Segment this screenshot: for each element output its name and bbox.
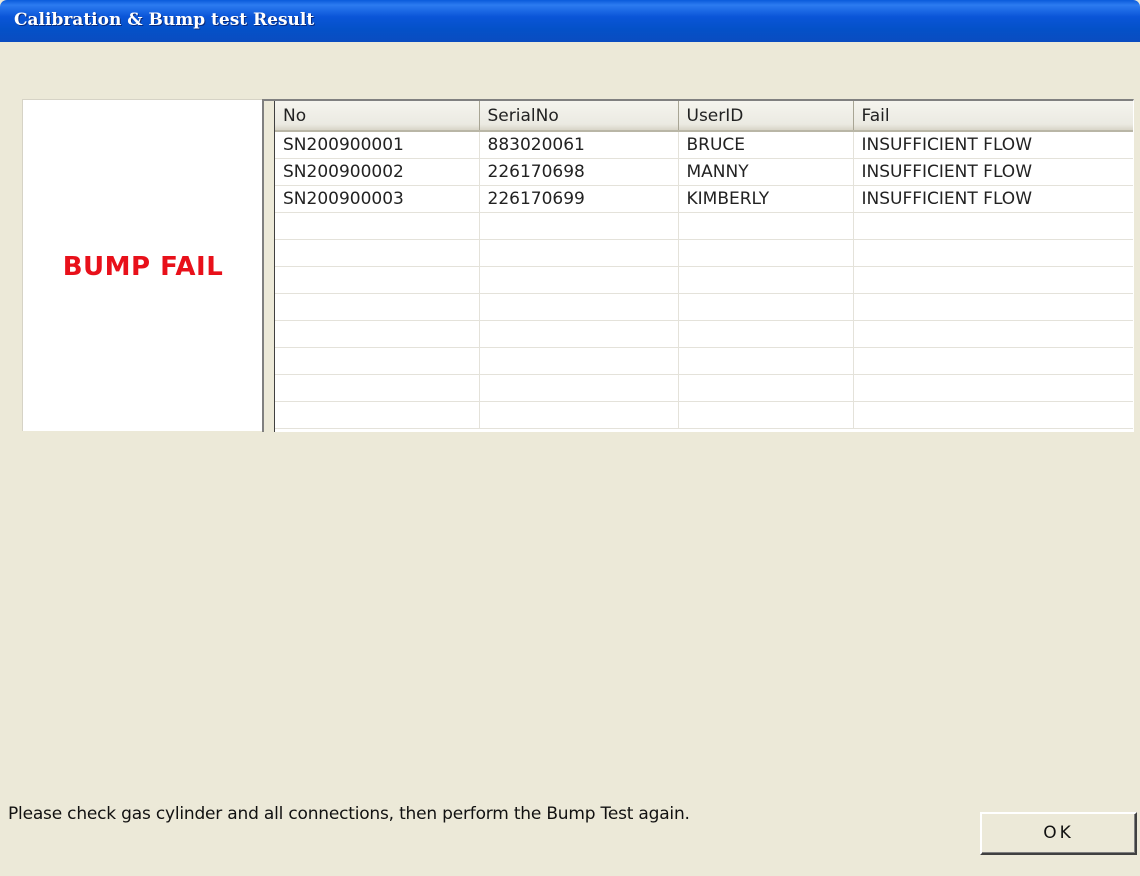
results-table-container: No SerialNo UserID Fail SN200900001 88302… [274, 101, 1133, 432]
serialno-cell: 226170699 [479, 185, 679, 213]
ok-button[interactable]: OK [980, 812, 1137, 855]
empty-cell [853, 347, 1133, 375]
empty-cell [275, 347, 480, 375]
empty-table-row [275, 293, 1133, 321]
empty-cell [479, 374, 679, 402]
column-header-serialno[interactable]: SerialNo [479, 101, 679, 132]
empty-table-row [275, 212, 1133, 240]
empty-cell [275, 401, 480, 429]
empty-cell [678, 347, 854, 375]
empty-cell [853, 293, 1133, 321]
empty-cell [853, 239, 1133, 267]
fail-cell: INSUFFICIENT FLOW [853, 185, 1133, 213]
empty-cell [678, 293, 854, 321]
empty-cell [678, 320, 854, 348]
empty-cell [853, 320, 1133, 348]
userid-cell: MANNY [678, 158, 854, 186]
empty-cell [678, 212, 854, 240]
fail-cell: INSUFFICIENT FLOW [853, 158, 1133, 186]
empty-table-row [275, 320, 1133, 348]
serialno-cell: 883020061 [479, 131, 679, 159]
empty-cell [479, 266, 679, 294]
empty-cell [275, 239, 480, 267]
empty-cell [479, 239, 679, 267]
window-title: Calibration & Bump test Result [14, 10, 315, 30]
column-header-no[interactable]: No [275, 101, 480, 132]
no-cell: SN200900003 [275, 185, 480, 213]
instruction-message: Please check gas cylinder and all connec… [8, 804, 690, 824]
empty-cell [275, 266, 480, 294]
fail-cell: INSUFFICIENT FLOW [853, 131, 1133, 159]
column-header-userid[interactable]: UserID [678, 101, 854, 132]
empty-table-row [275, 347, 1133, 375]
empty-table-row [275, 239, 1133, 267]
empty-cell [275, 212, 480, 240]
empty-cell [479, 401, 679, 429]
results-table: No SerialNo UserID Fail SN200900001 88302… [275, 101, 1133, 429]
empty-table-row [275, 374, 1133, 402]
bump-status-label: BUMP FAIL [62, 252, 224, 282]
empty-cell [275, 293, 480, 321]
userid-cell: BRUCE [678, 131, 854, 159]
empty-cell [853, 212, 1133, 240]
empty-cell [275, 320, 480, 348]
table-header-row: No SerialNo UserID Fail [275, 101, 1133, 132]
empty-cell [479, 212, 679, 240]
empty-cell [275, 374, 480, 402]
result-dialog: Calibration & Bump test Result BUMP FAIL… [0, 0, 1140, 876]
grid-left-margin [264, 101, 274, 432]
results-grid[interactable]: No SerialNo UserID Fail SN200900001 88302… [262, 99, 1134, 432]
empty-cell [678, 401, 854, 429]
empty-cell [479, 347, 679, 375]
empty-cell [853, 401, 1133, 429]
empty-cell [678, 239, 854, 267]
empty-cell [678, 374, 854, 402]
empty-cell [479, 320, 679, 348]
title-bar[interactable]: Calibration & Bump test Result [0, 0, 1140, 42]
empty-table-row [275, 401, 1133, 429]
userid-cell: KIMBERLY [678, 185, 854, 213]
no-cell: SN200900001 [275, 131, 480, 159]
no-cell: SN200900002 [275, 158, 480, 186]
empty-cell [853, 266, 1133, 294]
table-row[interactable]: SN200900003 226170699 KIMBERLY INSUFFICIENT… [275, 185, 1133, 213]
empty-cell [853, 374, 1133, 402]
empty-cell [678, 266, 854, 294]
empty-cell [479, 293, 679, 321]
serialno-cell: 226170698 [479, 158, 679, 186]
column-header-fail[interactable]: Fail [853, 101, 1133, 132]
table-row[interactable]: SN200900002 226170698 MANNY INSUFFICIENT FL… [275, 158, 1133, 186]
table-row[interactable]: SN200900001 883020061 BRUCE INSUFFICIENT FL… [275, 131, 1133, 159]
status-panel: BUMP FAIL [22, 99, 262, 431]
empty-table-row [275, 266, 1133, 294]
